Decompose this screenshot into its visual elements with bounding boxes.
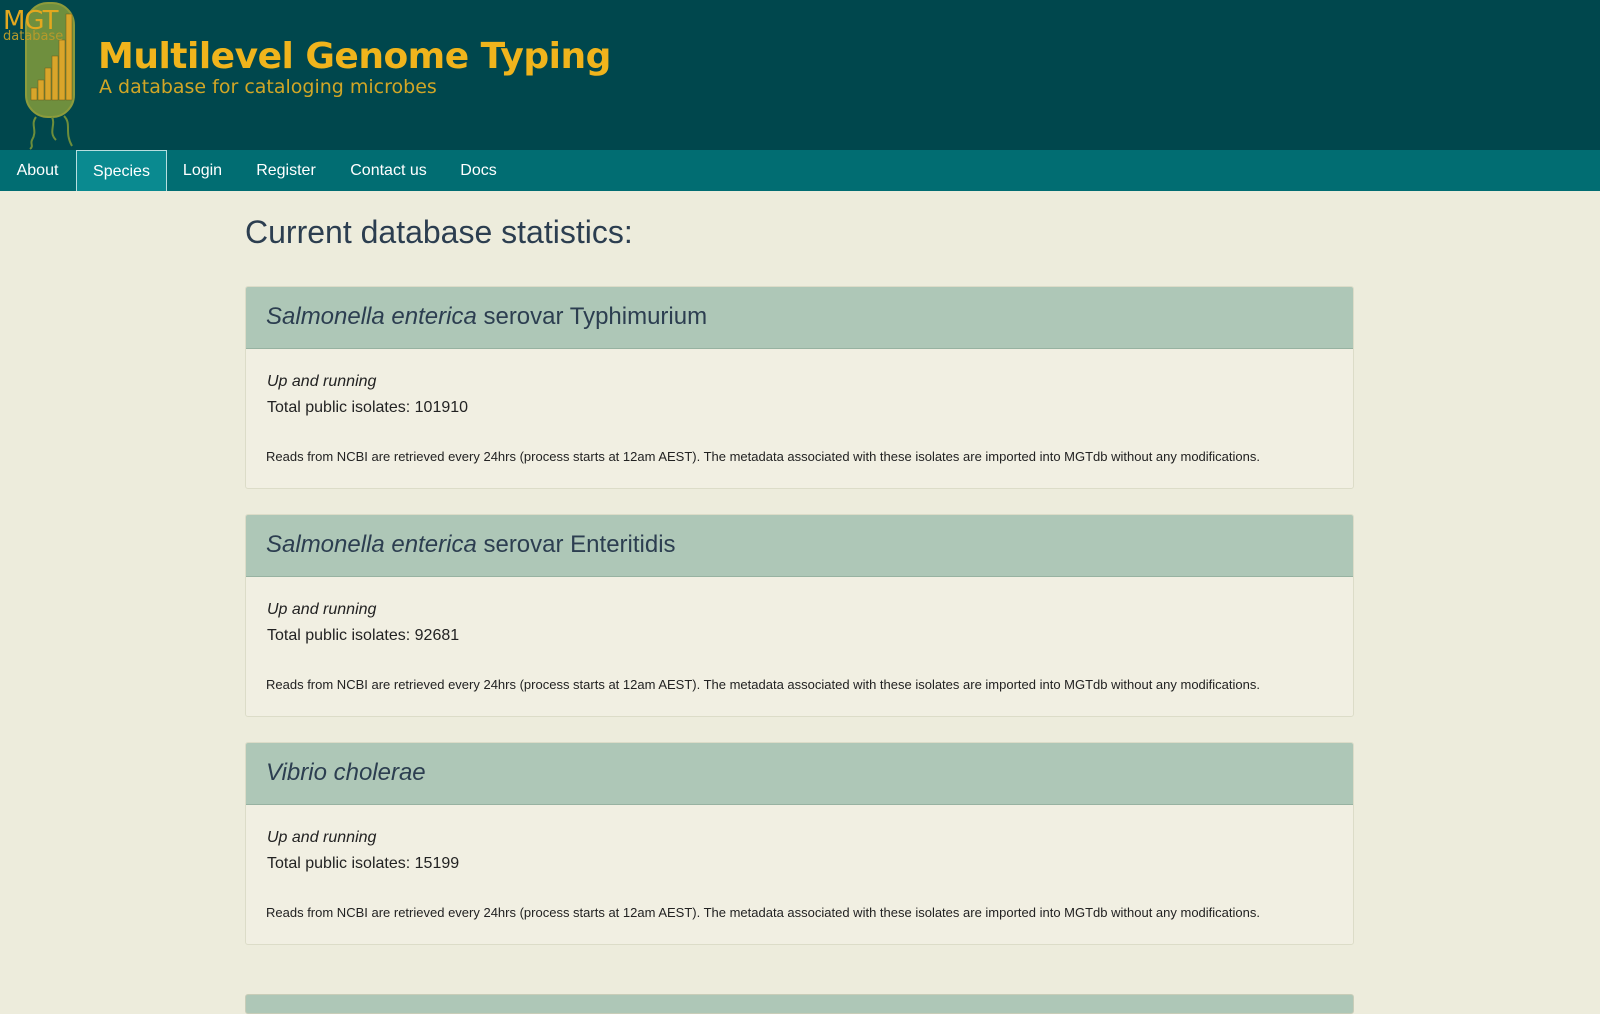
species-name: Vibrio cholerae — [266, 759, 426, 786]
species-panel-heading[interactable]: Salmonella enterica serovar Typhimurium — [246, 287, 1353, 349]
species-panel-next-partial — [245, 994, 1354, 1014]
species-panel-heading[interactable]: Salmonella enterica serovar Enteritidis — [246, 515, 1353, 577]
site-header: MGT database Multilevel Genome Typing A … — [0, 0, 1600, 150]
total-value: 92681 — [414, 627, 460, 644]
species-panel-heading[interactable]: Vibrio cholerae — [246, 743, 1353, 805]
mgt-logo[interactable]: MGT database — [0, 0, 90, 150]
status-text: Up and running — [267, 601, 377, 618]
logo-subtext: database — [3, 29, 64, 44]
site-title[interactable]: Multilevel Genome Typing — [98, 36, 611, 77]
nav-contact-us[interactable]: Contact us — [334, 150, 443, 191]
nav-register[interactable]: Register — [238, 150, 334, 191]
nav-about[interactable]: About — [0, 150, 75, 191]
update-note: Reads from NCBI are retrieved every 24hr… — [266, 677, 1260, 692]
main-navbar: About Species Login Register Contact us … — [0, 150, 1600, 191]
total-isolates: Total public isolates: 101910 — [267, 399, 468, 417]
status-text: Up and running — [267, 829, 377, 846]
total-label: Total public isolates: — [267, 399, 411, 416]
total-isolates: Total public isolates: 92681 — [267, 627, 459, 645]
status-text: Up and running — [267, 373, 377, 390]
nav-docs[interactable]: Docs — [443, 150, 514, 191]
total-value: 101910 — [414, 399, 469, 416]
nav-login[interactable]: Login — [167, 150, 238, 191]
update-note: Reads from NCBI are retrieved every 24hr… — [266, 905, 1260, 920]
page-title: Current database statistics: — [245, 214, 633, 250]
nav-species[interactable]: Species — [76, 150, 167, 191]
species-panel-enteritidis: Salmonella enterica serovar Enteritidis … — [245, 514, 1354, 717]
total-label: Total public isolates: — [267, 627, 411, 644]
total-isolates: Total public isolates: 15199 — [267, 855, 459, 873]
total-value: 15199 — [414, 855, 460, 872]
species-name: Salmonella enterica — [266, 303, 477, 330]
species-panel-typhimurium: Salmonella enterica serovar Typhimurium … — [245, 286, 1354, 489]
species-panel-vibrio-cholerae: Vibrio cholerae Up and running Total pub… — [245, 742, 1354, 945]
serovar-name: serovar Typhimurium — [483, 303, 708, 330]
update-note: Reads from NCBI are retrieved every 24hr… — [266, 449, 1260, 464]
species-name: Salmonella enterica — [266, 531, 477, 558]
serovar-name: serovar Enteritidis — [483, 531, 676, 558]
total-label: Total public isolates: — [267, 855, 411, 872]
site-subtitle: A database for cataloging microbes — [99, 76, 437, 98]
